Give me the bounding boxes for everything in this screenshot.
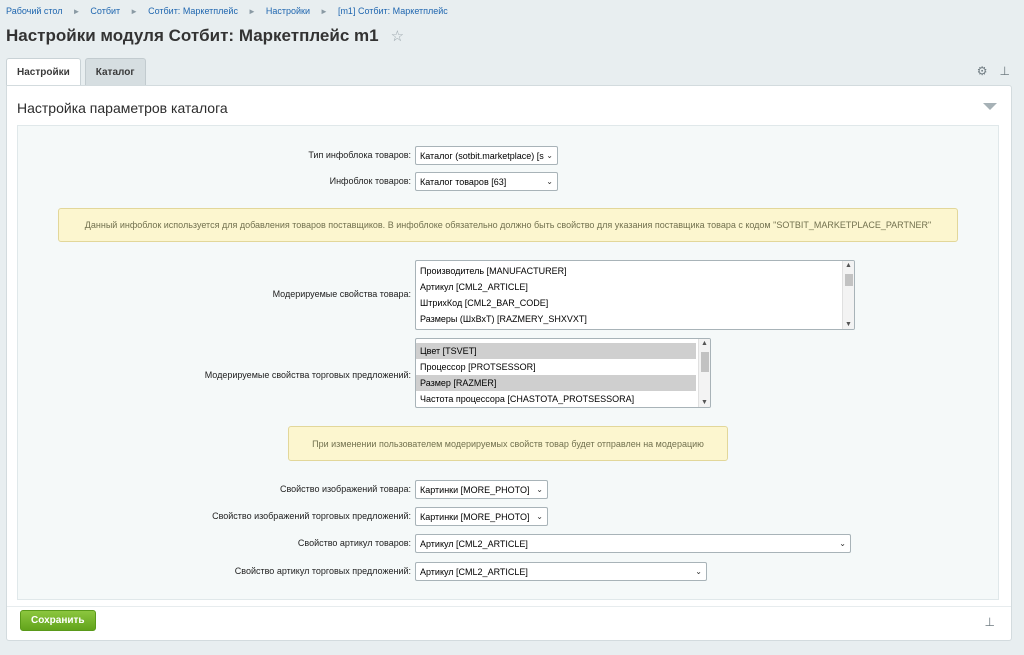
section-title: Настройка параметров каталога (17, 100, 228, 116)
breadcrumb-separator-icon: ► (247, 6, 256, 16)
offer-article-prop-label: Свойство артикул торговых предложений: (234, 566, 411, 576)
breadcrumb-item[interactable]: Настройки (266, 6, 310, 16)
iblock-type-value: Каталог (sotbit.marketplace) [s (420, 150, 544, 161)
moderated-props-listbox[interactable]: Производитель [MANUFACTURER] Артикул [CM… (415, 260, 855, 330)
tab-catalog[interactable]: Каталог (84, 58, 146, 85)
scrollbar[interactable]: ▲ ▼ (842, 261, 854, 329)
breadcrumb-item[interactable]: Сотбит: Маркетплейс (148, 6, 238, 16)
notice-moderation-text: При изменении пользователем модерируемых… (312, 438, 704, 449)
gear-icon[interactable]: ⚙ (977, 64, 988, 78)
list-item[interactable]: Размер [RAZMER] (416, 375, 696, 391)
moderated-offer-props-label: Модерируемые свойства торговых предложен… (204, 370, 411, 380)
offer-image-prop-select[interactable]: Картинки [MORE_PHOTO] ⌄ (415, 507, 548, 526)
row-moderated-offer-props: Модерируемые свойства торговых предложен… (18, 368, 411, 382)
row-iblock: Инфоблок товаров: (18, 172, 411, 191)
pin-icon[interactable]: ⊥ (1000, 64, 1010, 78)
iblock-select[interactable]: Каталог товаров [63] ⌄ (415, 172, 558, 191)
iblock-label: Инфоблок товаров: (329, 176, 411, 186)
moderated-props-label: Модерируемые свойства товара: (272, 289, 411, 299)
chevron-down-icon: ⌄ (839, 539, 846, 548)
breadcrumb-separator-icon: ► (130, 6, 139, 16)
chevron-down-icon: ⌄ (536, 512, 543, 521)
chevron-down-icon: ⌄ (695, 567, 702, 576)
iblock-type-select[interactable]: Каталог (sotbit.marketplace) [s ⌄ (415, 146, 558, 165)
list-item[interactable]: Цвет [TSVET] (416, 343, 696, 359)
chevron-down-icon: ⌄ (536, 485, 543, 494)
list-item[interactable]: ШтрихКод [CML2_BAR_CODE] (416, 295, 854, 311)
collapse-icon[interactable] (983, 103, 997, 110)
save-button[interactable]: Сохранить (20, 610, 96, 631)
list-item[interactable]: Размеры (ШхВхТ) [RAZMERY_SHXVXT] (416, 311, 854, 327)
iblock-type-label: Тип инфоблока товаров: (308, 150, 411, 160)
image-prop-select[interactable]: Картинки [MORE_PHOTO] ⌄ (415, 480, 548, 499)
page-title-text: Настройки модуля Сотбит: Маркетплейс m1 (6, 26, 379, 45)
breadcrumb-separator-icon: ► (320, 6, 328, 16)
image-prop-label: Свойство изображений товара: (279, 484, 411, 494)
list-item[interactable]: Производитель [MANUFACTURER] (416, 263, 854, 279)
star-icon[interactable]: ☆ (391, 27, 404, 45)
notice-moderation-info: При изменении пользователем модерируемых… (288, 426, 728, 461)
footer-divider (7, 606, 1011, 607)
list-item[interactable]: Частота процессора [CHASTOTA_PROTSESSORA… (416, 391, 696, 407)
scroll-down-icon[interactable]: ▼ (845, 321, 852, 328)
scroll-up-icon[interactable]: ▲ (701, 340, 708, 347)
notice-iblock-info: Данный инфоблок используется для добавле… (58, 208, 958, 242)
iblock-value: Каталог товаров [63] (420, 176, 507, 187)
row-offer-image-prop: Свойство изображений торговых предложени… (18, 507, 411, 526)
pin-icon[interactable]: ⊥ (985, 615, 995, 629)
settings-panel: Настройка параметров каталога Тип инфобл… (6, 85, 1012, 641)
scrollbar-thumb[interactable] (701, 352, 709, 372)
breadcrumb-item[interactable]: Рабочий стол (6, 6, 63, 16)
row-offer-article-prop: Свойство артикул торговых предложений: (18, 562, 411, 581)
tab-bar: Настройки Каталог (6, 58, 146, 86)
list-item[interactable]: Артикул [CML2_ARTICLE] (416, 279, 854, 295)
article-prop-label: Свойство артикул товаров: (297, 538, 411, 548)
offer-article-prop-select[interactable]: Артикул [CML2_ARTICLE] ⌄ (415, 562, 707, 581)
notice-iblock-text: Данный инфоблок используется для добавле… (84, 220, 932, 230)
row-image-prop: Свойство изображений товара: (18, 480, 411, 499)
image-prop-value: Картинки [MORE_PHOTO] (420, 484, 530, 495)
offer-article-prop-value: Артикул [CML2_ARTICLE] (420, 566, 528, 577)
breadcrumb-item[interactable]: [m1] Сотбит: Маркетплейс (338, 6, 448, 16)
chevron-down-icon: ⌄ (546, 151, 553, 160)
breadcrumb-item[interactable]: Сотбит (90, 6, 120, 16)
row-moderated-props: Модерируемые свойства товара: (18, 287, 411, 301)
page-title: Настройки модуля Сотбит: Маркетплейс m1 … (6, 26, 404, 46)
scrollbar[interactable]: ▲ ▼ (698, 339, 710, 407)
tab-settings[interactable]: Настройки (6, 58, 81, 86)
offer-image-prop-value: Картинки [MORE_PHOTO] (420, 511, 530, 522)
moderated-offer-props-listbox[interactable]: Цвет [TSVET] Процессор [PROTSESSOR] Разм… (415, 338, 711, 408)
scroll-down-icon[interactable]: ▼ (701, 399, 708, 406)
row-article-prop: Свойство артикул товаров: (18, 534, 411, 553)
scrollbar-thumb[interactable] (845, 274, 853, 286)
offer-image-prop-label: Свойство изображений торговых предложени… (212, 511, 411, 521)
form-area: Тип инфоблока товаров: Каталог (sotbit.m… (17, 125, 999, 600)
list-item[interactable]: Процессор [PROTSESSOR] (416, 359, 696, 375)
article-prop-select[interactable]: Артикул [CML2_ARTICLE] ⌄ (415, 534, 851, 553)
row-iblock-type: Тип инфоблока товаров: (18, 146, 411, 165)
article-prop-value: Артикул [CML2_ARTICLE] (420, 538, 528, 549)
chevron-down-icon: ⌄ (546, 177, 553, 186)
top-icons: ⚙ ⊥ (977, 64, 1010, 78)
scroll-up-icon[interactable]: ▲ (845, 262, 852, 269)
breadcrumb-separator-icon: ► (72, 6, 81, 16)
breadcrumb: Рабочий стол ► Сотбит ► Сотбит: Маркетпл… (6, 6, 448, 16)
